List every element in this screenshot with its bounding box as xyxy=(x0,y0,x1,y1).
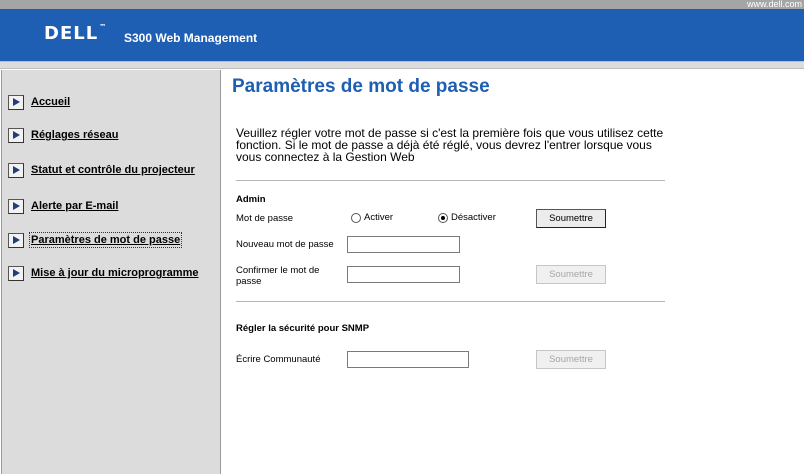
header-divider xyxy=(0,61,804,69)
disable-radio-label: Désactiver xyxy=(451,212,496,223)
divider xyxy=(236,301,665,302)
sidebar-item-label[interactable]: Paramètres de mot de passe xyxy=(28,232,183,248)
dell-logo: DELL™ xyxy=(44,23,108,44)
arrow-right-icon[interactable] xyxy=(8,162,24,178)
sidebar-item-accueil[interactable]: Accueil xyxy=(8,92,70,112)
sidebar-item-mot-de-passe[interactable]: Paramètres de mot de passe xyxy=(8,230,183,250)
sidebar-item-label[interactable]: Statut et contrôle du projecteur xyxy=(31,164,195,176)
confirm-password-field[interactable] xyxy=(347,266,460,283)
app-title: S300 Web Management xyxy=(124,31,258,45)
new-password-label: Nouveau mot de passe xyxy=(236,239,334,250)
sidebar-item-reglages-reseau[interactable]: Réglages réseau xyxy=(8,125,118,145)
dell-url-link[interactable]: www.dell.com xyxy=(747,0,802,9)
sidebar-item-label[interactable]: Mise à jour du microprogramme xyxy=(31,267,198,279)
community-label: Écrire Communauté xyxy=(236,354,321,365)
disable-radio[interactable]: Désactiver xyxy=(438,212,496,223)
sidebar: Accueil Réglages réseau Statut et contrô… xyxy=(1,70,221,474)
page-title: Paramètres de mot de passe xyxy=(232,76,490,97)
confirm-submit-button[interactable]: Soumettre xyxy=(536,265,606,284)
arrow-right-icon[interactable] xyxy=(8,198,24,214)
enable-radio-label: Activer xyxy=(364,212,394,223)
header-banner: DELL™ S300 Web Management xyxy=(0,9,804,61)
sidebar-item-label[interactable]: Accueil xyxy=(31,96,70,108)
arrow-right-icon[interactable] xyxy=(8,127,24,143)
admin-heading: Admin xyxy=(236,194,266,205)
sidebar-item-label[interactable]: Alerte par E-mail xyxy=(31,200,118,212)
confirm-password-label: Confirmer le mot de passe xyxy=(236,265,320,287)
intro-text: Veuillez régler votre mot de passe si c'… xyxy=(236,126,664,164)
new-password-field[interactable] xyxy=(347,236,460,253)
radio-circle-selected[interactable] xyxy=(438,212,448,223)
community-field[interactable] xyxy=(347,351,469,368)
arrow-right-icon[interactable] xyxy=(8,232,24,248)
sidebar-item-label[interactable]: Réglages réseau xyxy=(31,129,118,141)
password-submit-button[interactable]: Soumettre xyxy=(536,209,606,228)
password-label: Mot de passe xyxy=(236,213,294,224)
snmp-submit-button[interactable]: Soumettre xyxy=(536,350,606,369)
divider xyxy=(236,180,665,181)
top-bar: www.dell.com xyxy=(0,0,804,9)
arrow-right-icon[interactable] xyxy=(8,94,24,110)
main-content: Paramètres de mot de passe Veuillez régl… xyxy=(222,70,804,474)
snmp-heading: Régler la sécurité pour SNMP xyxy=(236,323,370,334)
arrow-right-icon[interactable] xyxy=(8,265,24,281)
sidebar-item-statut-projecteur[interactable]: Statut et contrôle du projecteur xyxy=(8,160,195,180)
enable-radio[interactable]: Activer xyxy=(351,212,393,223)
sidebar-item-microprogramme[interactable]: Mise à jour du microprogramme xyxy=(8,263,198,283)
radio-circle[interactable] xyxy=(351,212,361,223)
sidebar-item-alerte-email[interactable]: Alerte par E-mail xyxy=(8,196,118,216)
